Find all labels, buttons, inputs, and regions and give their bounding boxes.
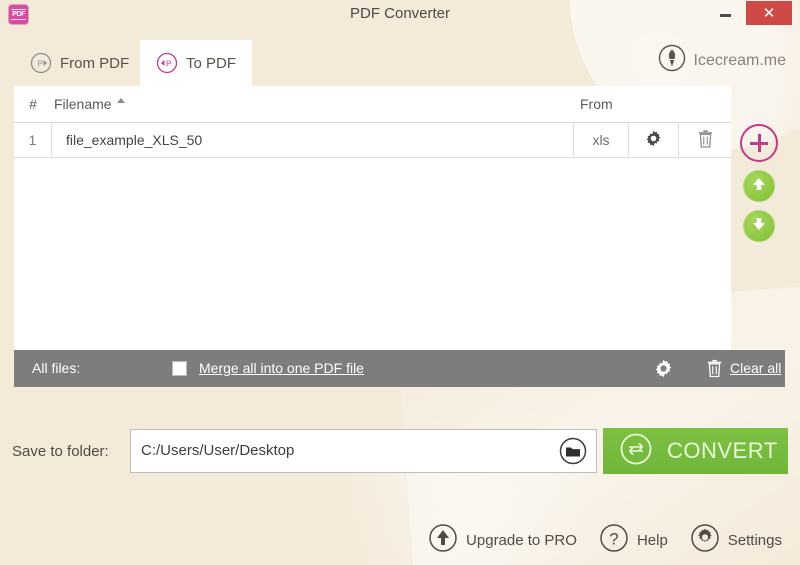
tab-from-pdf[interactable]: P From PDF bbox=[14, 40, 145, 86]
row-number: 1 bbox=[14, 123, 52, 157]
folder-icon bbox=[559, 437, 587, 469]
arrow-up-icon bbox=[750, 175, 768, 198]
from-pdf-icon: P bbox=[30, 52, 52, 74]
browse-folder-button[interactable] bbox=[559, 437, 587, 465]
save-to-folder-label: Save to folder: bbox=[12, 443, 109, 460]
add-file-button[interactable] bbox=[740, 124, 778, 162]
settings-button[interactable]: Settings bbox=[690, 523, 782, 557]
arrow-down-icon bbox=[750, 215, 768, 238]
file-list-header: # Filename From bbox=[14, 86, 731, 123]
app-window: PDF PDF Converter ✕ P From PDF P To PDF … bbox=[0, 0, 800, 565]
close-icon: ✕ bbox=[762, 5, 776, 22]
gear-icon bbox=[654, 359, 673, 381]
file-list-panel: # Filename From 1 file_example_XLS_50 xl… bbox=[14, 86, 731, 350]
convert-button-label: CONVERT bbox=[667, 438, 778, 463]
minimize-icon bbox=[719, 14, 731, 17]
tab-to-pdf-label: To PDF bbox=[186, 54, 237, 72]
all-files-bar: All files: Merge all into one PDF file C… bbox=[14, 350, 785, 387]
trash-icon bbox=[698, 129, 713, 151]
column-header-filename-label: Filename bbox=[54, 96, 112, 112]
move-up-button[interactable] bbox=[743, 170, 775, 202]
help-label: Help bbox=[636, 531, 668, 549]
settings-label: Settings bbox=[727, 531, 782, 549]
all-files-delete-button[interactable] bbox=[707, 359, 722, 381]
merge-checkbox[interactable] bbox=[172, 361, 187, 376]
svg-text:P: P bbox=[38, 59, 43, 68]
row-filename: file_example_XLS_50 bbox=[66, 132, 203, 148]
bottom-toolbar: Upgrade to PRO ? Help Settings bbox=[0, 518, 800, 562]
svg-text:?: ? bbox=[609, 530, 618, 549]
table-row[interactable]: 1 file_example_XLS_50 xls bbox=[14, 123, 731, 158]
save-folder-input[interactable]: C:/Users/User/Desktop bbox=[130, 429, 597, 473]
convert-arrows-icon bbox=[619, 432, 653, 471]
question-mark-icon: ? bbox=[599, 523, 629, 557]
upgrade-to-pro-label: Upgrade to PRO bbox=[466, 531, 577, 549]
upgrade-to-pro-button[interactable]: Upgrade to PRO bbox=[428, 523, 577, 557]
tab-from-pdf-label: From PDF bbox=[60, 54, 130, 72]
window-title: PDF Converter bbox=[349, 5, 451, 22]
brand-name: Icecream.me bbox=[693, 51, 786, 69]
sort-ascending-icon bbox=[116, 97, 125, 103]
arrow-up-circle-icon bbox=[428, 523, 458, 557]
list-action-buttons bbox=[740, 124, 784, 250]
icecream-cone-icon bbox=[658, 44, 686, 77]
move-down-button[interactable] bbox=[743, 210, 775, 242]
brand-link[interactable]: Icecream.me bbox=[658, 44, 786, 77]
convert-button[interactable]: CONVERT bbox=[603, 428, 788, 474]
row-delete-button[interactable] bbox=[678, 123, 731, 157]
svg-text:P: P bbox=[166, 59, 171, 68]
help-button[interactable]: ? Help bbox=[599, 523, 668, 557]
save-row: Save to folder: C:/Users/User/Desktop CO… bbox=[0, 428, 800, 476]
minimize-button[interactable] bbox=[710, 0, 740, 26]
merge-label[interactable]: Merge all into one PDF file bbox=[199, 350, 364, 387]
all-files-label: All files: bbox=[32, 360, 81, 376]
column-header-from[interactable]: From bbox=[580, 86, 613, 122]
column-header-number[interactable]: # bbox=[14, 86, 52, 122]
clear-all-button[interactable]: Clear all bbox=[730, 350, 781, 387]
close-button[interactable]: ✕ bbox=[746, 1, 792, 25]
save-folder-value: C:/Users/User/Desktop bbox=[141, 442, 295, 459]
all-files-settings-button[interactable] bbox=[654, 359, 673, 381]
trash-icon bbox=[707, 359, 722, 381]
gear-icon bbox=[645, 130, 662, 150]
row-from-format: xls bbox=[573, 123, 628, 157]
tab-to-pdf[interactable]: P To PDF bbox=[140, 40, 253, 86]
to-pdf-icon: P bbox=[156, 52, 178, 74]
gear-icon bbox=[690, 523, 720, 557]
title-bar: PDF PDF Converter ✕ bbox=[0, 0, 800, 28]
column-header-filename[interactable]: Filename bbox=[54, 86, 125, 122]
row-settings-button[interactable] bbox=[628, 123, 678, 157]
